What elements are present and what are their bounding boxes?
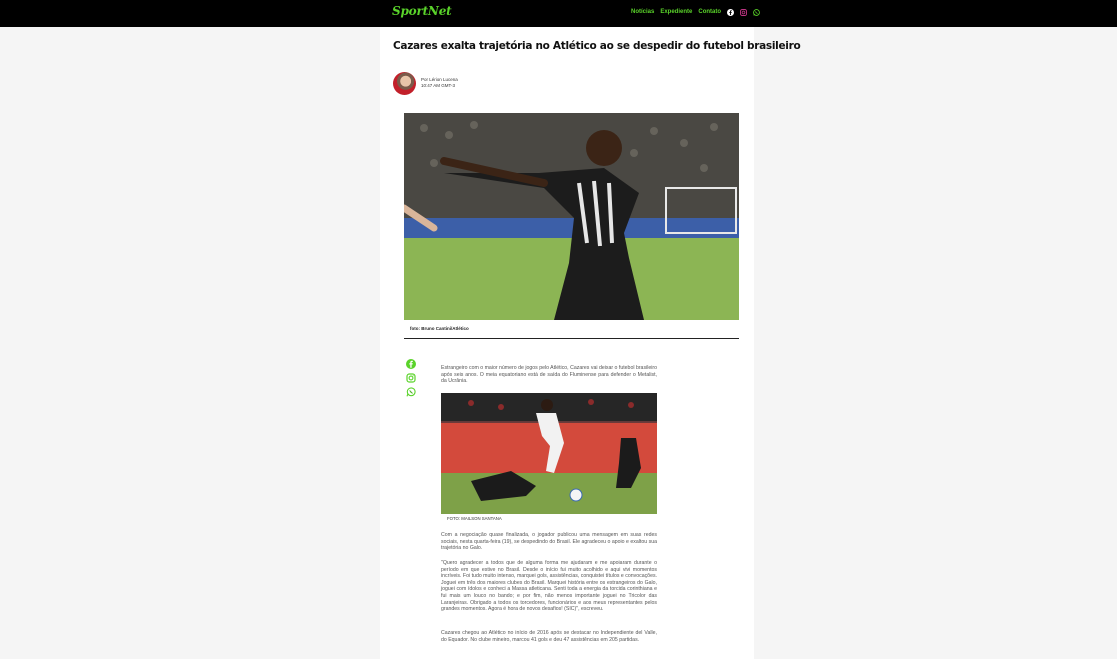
facebook-icon[interactable] bbox=[727, 8, 735, 16]
article-photo bbox=[441, 393, 657, 514]
whatsapp-icon[interactable] bbox=[406, 387, 416, 397]
article-title: Cazares exalta trajetória no Atlético ao… bbox=[393, 40, 801, 52]
instagram-icon[interactable] bbox=[406, 373, 416, 383]
hero-caption: foto: Bruno Cantini/Atlético bbox=[410, 326, 469, 331]
whatsapp-icon[interactable] bbox=[753, 8, 760, 16]
article-paragraph: "Quero agradecer a todos que de alguma f… bbox=[441, 560, 657, 613]
hero-image bbox=[404, 113, 739, 320]
author-avatar bbox=[393, 72, 416, 95]
instagram-icon[interactable] bbox=[740, 8, 747, 16]
article-paragraph: Estrangeiro com o maior número de jogos … bbox=[441, 365, 657, 385]
facebook-icon[interactable] bbox=[406, 359, 416, 369]
share-bar bbox=[406, 359, 416, 397]
site-logo[interactable]: SportNet bbox=[392, 4, 452, 18]
main-nav: Notícias Expediente Contato bbox=[631, 7, 760, 17]
author-meta: Por Lérion Lucena 10:47 AM GMT-3 bbox=[421, 77, 458, 89]
article-paragraph: Com a negociação quase finalizada, o jog… bbox=[441, 532, 657, 552]
nav-link-contato[interactable]: Contato bbox=[698, 7, 721, 17]
divider bbox=[404, 338, 739, 339]
article-paragraph: Cazares chegou ao Atlético no início de … bbox=[441, 630, 657, 643]
nav-link-noticias[interactable]: Notícias bbox=[631, 7, 654, 17]
nav-link-expediente[interactable]: Expediente bbox=[660, 7, 692, 17]
photo-caption: FOTO: MAILSON SANTANA bbox=[447, 516, 502, 521]
top-navbar: SportNet Notícias Expediente Contato bbox=[0, 0, 1117, 27]
publish-time: 10:47 AM GMT-3 bbox=[421, 83, 456, 88]
